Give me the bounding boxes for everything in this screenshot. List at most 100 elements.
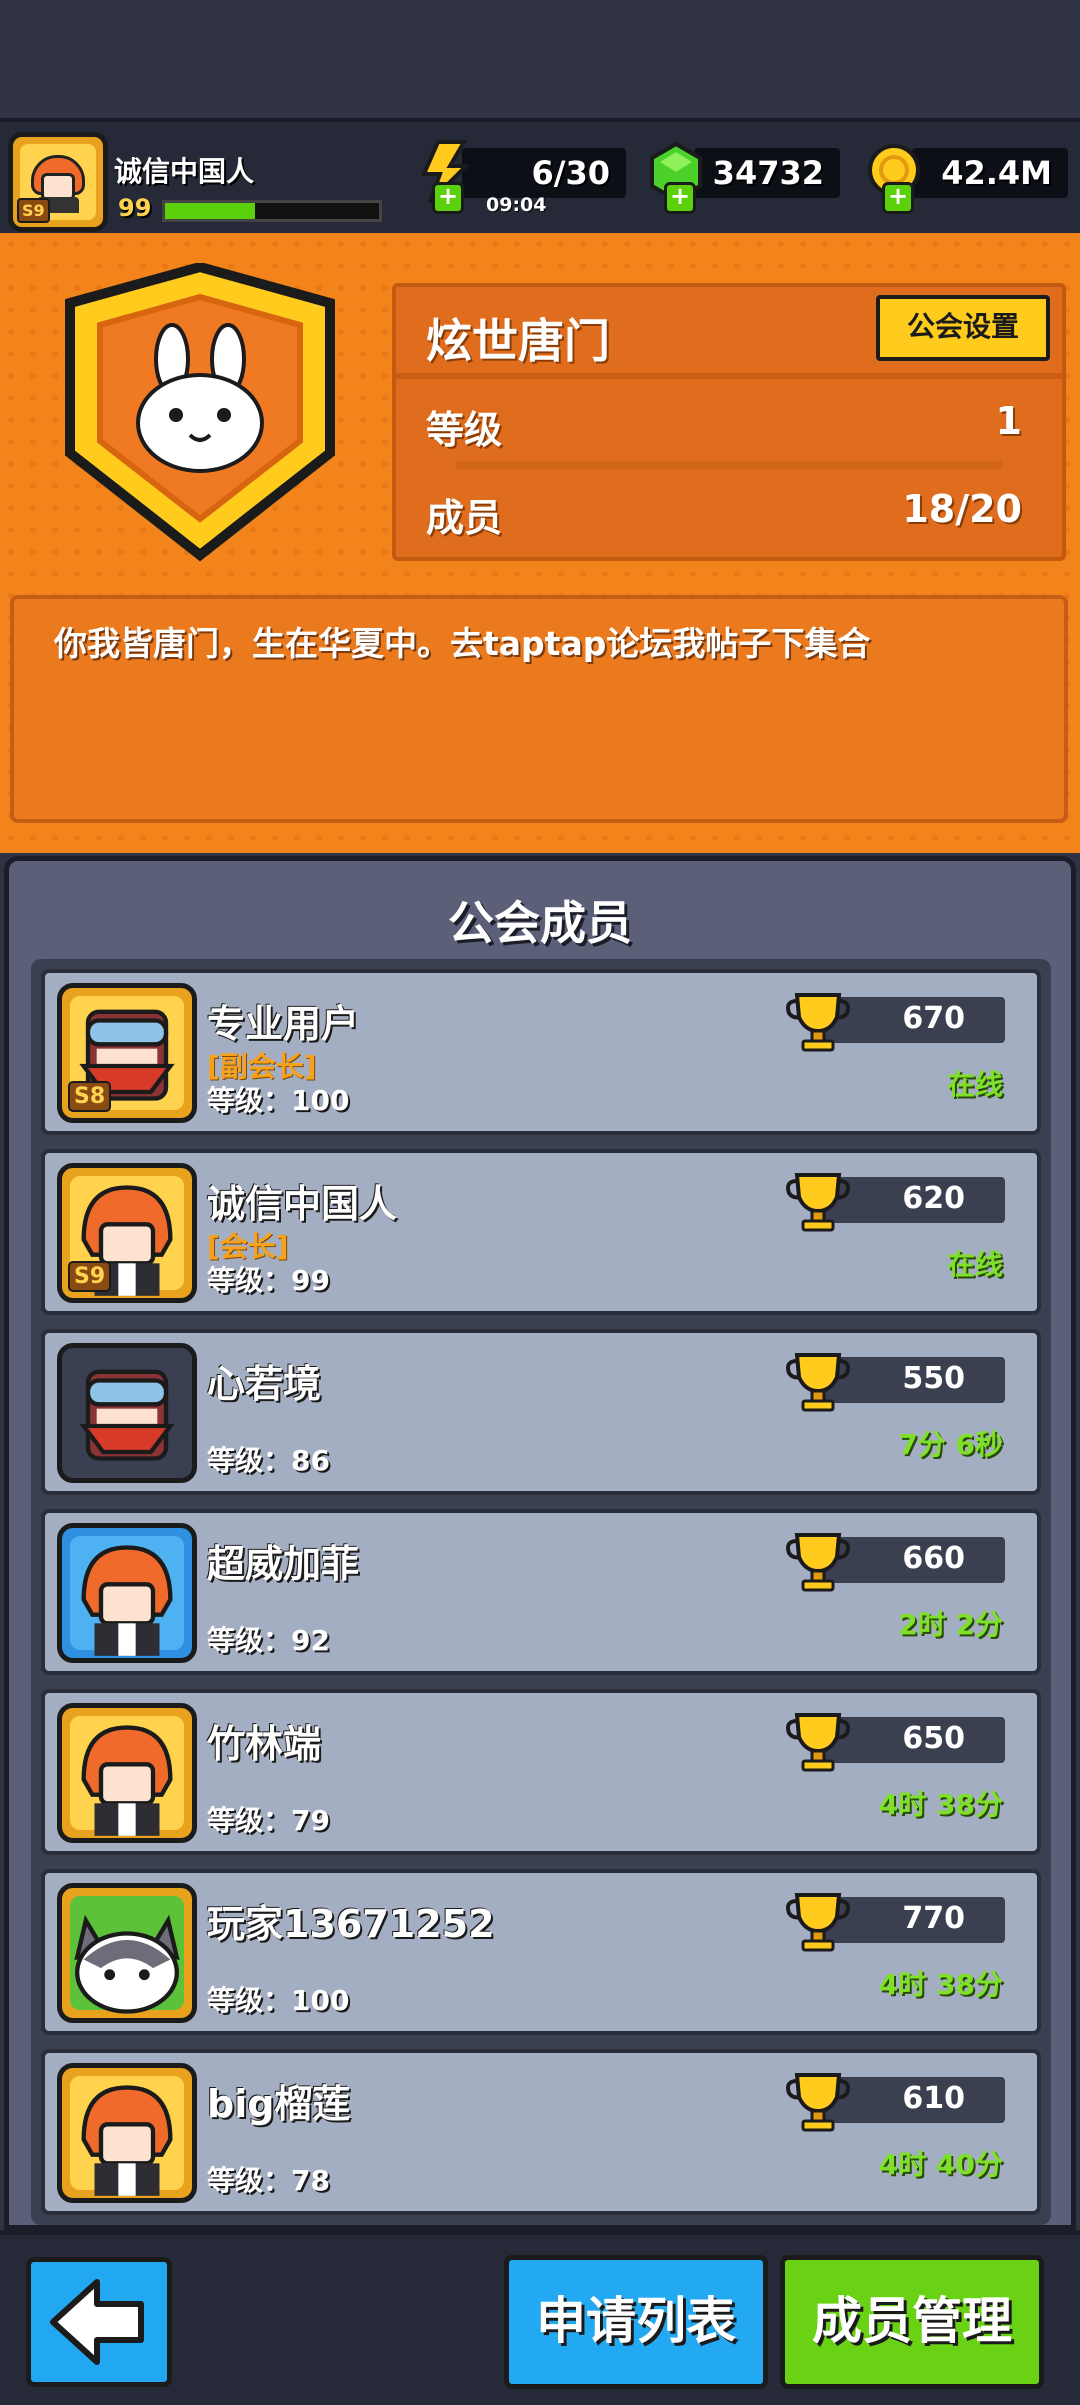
guild-level-progress — [456, 461, 1002, 469]
member-name: 玩家13671252 — [207, 1902, 495, 1946]
player-level: 99 — [118, 194, 152, 222]
member-status: 在线 — [946, 1248, 1003, 1281]
guild-settings-button[interactable]: 公会设置 — [876, 295, 1050, 361]
trophy-box: 660 — [786, 1533, 1005, 1592]
member-status: 4时 40分 — [878, 2148, 1003, 2181]
redhair-avatar-icon — [81, 1545, 173, 1656]
member-avatar[interactable]: S9 — [57, 1163, 197, 1303]
member-status: 4时 38分 — [878, 1968, 1003, 2001]
member-avatar[interactable]: S8 — [57, 983, 197, 1123]
members-title: 公会成员 — [448, 896, 632, 950]
redhair-avatar-icon — [81, 2085, 173, 2196]
member-name: big榴莲 — [207, 2082, 351, 2126]
guild-name: 炫世唐门 — [426, 314, 610, 368]
gems-plus-icon[interactable]: + — [664, 182, 696, 214]
member-row[interactable]: 竹林端 等级：79 650 4时 38分 — [41, 1689, 1041, 1855]
member-list[interactable]: S8 专业用户 [副会长] 等级：100 670 在线 S9 诚信中国人 [会长… — [31, 959, 1051, 2225]
trophy-count: 620 — [902, 1181, 965, 1216]
trophy-count: 610 — [902, 2081, 965, 2116]
season-badge: S8 — [68, 1081, 112, 1112]
member-status: 4时 38分 — [878, 1788, 1003, 1821]
guild-motto-box: 你我皆唐门，生在华夏中。去taptap论坛我帖子下集合 — [10, 595, 1068, 823]
member-status: 7分 6秒 — [898, 1428, 1003, 1461]
trophy-count: 650 — [902, 1721, 965, 1756]
member-row[interactable]: S9 诚信中国人 [会长] 等级：99 620 在线 — [41, 1149, 1041, 1315]
coins-plus-icon[interactable]: + — [882, 182, 914, 214]
apply-list-button[interactable]: 申请列表 — [504, 2255, 768, 2389]
player-avatar[interactable]: S9 — [8, 132, 108, 232]
guild-members-label: 成员 — [426, 496, 503, 540]
member-status: 在线 — [946, 1068, 1003, 1101]
member-name: 诚信中国人 — [207, 1182, 398, 1226]
member-row[interactable]: 超威加菲 等级：92 660 2时 2分 — [41, 1509, 1041, 1675]
bottom-bar: 申请列表 成员管理 — [0, 2230, 1080, 2405]
trophy-icon — [786, 2073, 850, 2132]
member-level: 等级：100 — [207, 1084, 350, 1117]
member-name: 竹林端 — [207, 1722, 322, 1766]
trophy-box: 550 — [786, 1353, 1005, 1412]
guild-info-panel: 炫世唐门 公会设置 等级 1 成员 18/20 — [392, 283, 1066, 561]
guild-members-panel: 公会成员 S8 专业用户 [副会长] 等级：100 670 在线 S9 诚信中国… — [4, 856, 1076, 2230]
member-name: 超威加菲 — [207, 1542, 360, 1586]
member-level: 等级：86 — [207, 1444, 330, 1477]
member-level: 等级：78 — [207, 2164, 330, 2197]
xp-bar — [162, 200, 382, 222]
trophy-icon — [786, 1353, 850, 1412]
guild-header: 炫世唐门 公会设置 等级 1 成员 18/20 你我皆唐门，生在华夏中。去tap… — [0, 233, 1080, 853]
coins-display[interactable]: + 42.4M — [868, 144, 1068, 214]
energy-display[interactable]: + 6/30 — [420, 140, 626, 214]
member-name: 心若境 — [207, 1362, 322, 1406]
energy-value: 6/30 — [531, 154, 610, 192]
trophy-box: 620 — [786, 1173, 1005, 1232]
trophy-box: 770 — [786, 1893, 1005, 1952]
trophy-icon — [786, 993, 850, 1052]
redhair-avatar-icon — [81, 1725, 173, 1836]
guild-level-label: 等级 — [426, 408, 503, 452]
trophy-icon — [786, 1713, 850, 1772]
gems-display[interactable]: + 34732 — [650, 141, 840, 214]
member-row[interactable]: S8 专业用户 [副会长] 等级：100 670 在线 — [41, 969, 1041, 1135]
season-badge: S9 — [17, 198, 50, 223]
member-row[interactable]: big榴莲 等级：78 610 4时 40分 — [41, 2049, 1041, 2215]
season-badge: S9 — [68, 1261, 112, 1292]
trophy-count: 670 — [902, 1001, 965, 1036]
member-row[interactable]: 心若境 等级：86 550 7分 6秒 — [41, 1329, 1041, 1495]
member-row[interactable]: 玩家13671252 等级：100 770 4时 38分 — [41, 1869, 1041, 2035]
xp-fill — [165, 203, 255, 219]
status-bar-area — [0, 0, 1080, 118]
resource-hud: S9 诚信中国人 99 + 6/30 09:04 + 34732 + 42.4M — [0, 118, 1080, 241]
member-status: 2时 2分 — [898, 1608, 1003, 1641]
trophy-count: 770 — [902, 1901, 965, 1936]
masked-avatar-icon — [79, 1369, 175, 1461]
trophy-box: 670 — [786, 993, 1005, 1052]
coins-value: 42.4M — [941, 154, 1052, 192]
member-level: 等级：99 — [207, 1264, 330, 1297]
player-name: 诚信中国人 — [114, 155, 255, 188]
trophy-count: 550 — [902, 1361, 965, 1396]
energy-plus-icon[interactable]: + — [432, 182, 464, 214]
guild-members-value: 18/20 — [902, 487, 1022, 531]
member-name: 专业用户 — [207, 1002, 360, 1046]
member-avatar[interactable] — [57, 1343, 197, 1483]
member-manage-button[interactable]: 成员管理 — [780, 2255, 1044, 2389]
member-avatar[interactable] — [57, 1703, 197, 1843]
guild-emblem-rabbit-icon — [65, 263, 335, 562]
member-avatar[interactable] — [57, 2063, 197, 2203]
trophy-count: 660 — [902, 1541, 965, 1576]
guild-level-value: 1 — [995, 399, 1022, 443]
member-level: 等级：79 — [207, 1804, 330, 1837]
cat-avatar-icon — [74, 1914, 180, 2014]
trophy-icon — [786, 1173, 850, 1232]
arrow-left-icon — [50, 2279, 144, 2365]
member-avatar[interactable] — [57, 1523, 197, 1663]
gems-value: 34732 — [712, 154, 824, 192]
trophy-icon — [786, 1533, 850, 1592]
guild-motto: 你我皆唐门，生在华夏中。去taptap论坛我帖子下集合 — [54, 624, 871, 663]
back-button[interactable] — [26, 2257, 172, 2387]
member-level: 等级：92 — [207, 1624, 330, 1657]
member-avatar[interactable] — [57, 1883, 197, 2023]
trophy-box: 650 — [786, 1713, 1005, 1772]
trophy-box: 610 — [786, 2073, 1005, 2132]
trophy-icon — [786, 1893, 850, 1952]
member-level: 等级：100 — [207, 1984, 350, 2017]
